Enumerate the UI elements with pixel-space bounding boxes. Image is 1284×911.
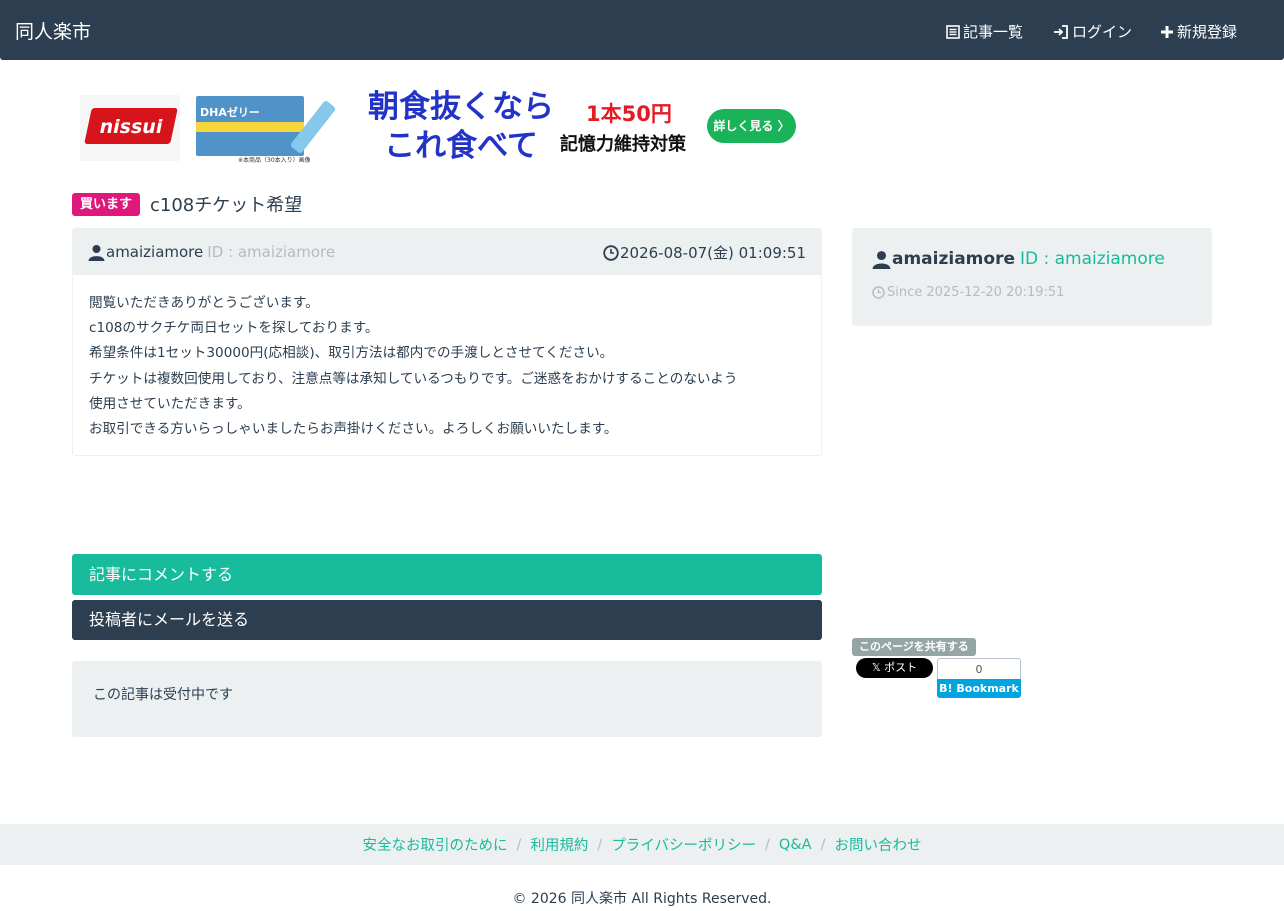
profile-since: Since 2025-12-20 20:19:51	[872, 285, 1064, 300]
sign-in-icon	[1054, 24, 1068, 39]
post-status-panel: この記事は受付中です	[72, 661, 822, 737]
nav-login-link[interactable]: ログイン	[1053, 21, 1132, 42]
nav-register-label: 新規登録	[1177, 23, 1238, 41]
product-note: ※本商品（30本入り）画像	[238, 157, 311, 164]
footer-separator: /	[765, 836, 770, 853]
nav-articles-link[interactable]: 記事一覧	[946, 21, 1023, 42]
footer-link-privacy[interactable]: プライバシーポリシー	[611, 834, 756, 855]
post-body-line: 希望条件は1セット30000円(応相談)、取引方法は都内での手渡しとさせてくださ…	[89, 345, 614, 362]
ad-headline: 朝食抜くなら これ食べて	[368, 89, 554, 164]
hatena-bookmark-button[interactable]: B! Bookmark	[937, 679, 1021, 698]
post-body-line: お取引できる方いらっしゃいましたらお声掛けください。よろしくお願いいたします。	[89, 421, 618, 438]
footer-separator: /	[516, 836, 522, 853]
ad-subline: 記憶力維持対策	[560, 134, 686, 155]
clock-icon	[603, 244, 619, 261]
post-author[interactable]: amaiziamore ID : amaiziamore	[88, 243, 335, 261]
post-body-line: チケットは複数回使用しており、注意点等は承知しているつもりです。ご迷惑をおかけす…	[89, 370, 738, 387]
nissui-logo: nissui	[80, 95, 180, 161]
author-profile-card: amaiziamore ID : amaiziamore Since 2025-…	[852, 228, 1212, 326]
list-icon	[946, 24, 960, 39]
post-title: c108チケット希望	[150, 195, 303, 216]
product-image: DHAゼリー	[196, 96, 304, 156]
clock-icon	[872, 286, 885, 299]
post-author-name: amaiziamore	[106, 243, 204, 261]
plus-icon	[1161, 25, 1173, 38]
footer-link-contact[interactable]: お問い合わせ	[834, 834, 921, 855]
post-body-line: 使用させていただきます。	[89, 395, 251, 412]
post-body: 閲覧いただきありがとうございます。 c108のサクチケ両日セットを探しております…	[89, 291, 809, 442]
comment-button[interactable]: 記事にコメントする	[72, 554, 822, 595]
hatena-count: 0	[937, 658, 1021, 679]
post-status-text: この記事は受付中です	[93, 687, 233, 703]
ad-banner[interactable]: nissui DHAゼリー ※本商品（30本入り）画像 朝食抜くなら これ食べて…	[80, 89, 796, 165]
ad-price: 1本50円	[586, 102, 672, 126]
ad-detail-button[interactable]: 詳しく見る 〉	[707, 109, 796, 143]
profile-since-text: Since 2025-12-20 20:19:51	[887, 285, 1065, 300]
profile-id: ID : amaiziamore	[1019, 249, 1165, 269]
post-card: amaiziamore ID : amaiziamore 2026-08-07(…	[72, 228, 822, 456]
post-card-header: amaiziamore ID : amaiziamore 2026-08-07(…	[73, 229, 821, 275]
footer-separator: /	[597, 836, 603, 853]
share-label: このページを共有する	[852, 638, 976, 656]
nav-login-label: ログイン	[1072, 23, 1133, 41]
post-type-badge: 買います	[72, 193, 141, 216]
post-author-id: ID : amaiziamore	[207, 243, 336, 261]
footer-links: 安全なお取引のために / 利用規約 / プライバシーポリシー / Q&A / お…	[0, 824, 1284, 865]
footer-link-safety[interactable]: 安全なお取引のために	[363, 834, 508, 855]
footer-link-terms[interactable]: 利用規約	[530, 834, 588, 855]
post-datetime-text: 2026-08-07(金) 01:09:51	[619, 244, 806, 262]
copyright: © 2026 同人楽市 All Rights Reserved.	[512, 891, 772, 907]
profile-name: amaiziamore	[892, 249, 1015, 269]
footer-separator: /	[820, 836, 826, 853]
post-datetime: 2026-08-07(金) 01:09:51	[603, 242, 806, 263]
site-brand[interactable]: 同人楽市	[15, 17, 91, 44]
post-body-line: c108のサクチケ両日セットを探しております。	[89, 320, 379, 337]
send-mail-button[interactable]: 投稿者にメールを送る	[72, 600, 822, 640]
profile-user[interactable]: amaiziamore ID : amaiziamore	[872, 249, 1165, 269]
post-body-line: 閲覧いただきありがとうございます。	[89, 295, 319, 311]
user-icon	[872, 250, 891, 269]
footer-link-qa[interactable]: Q&A	[779, 837, 812, 853]
nav-articles-label: 記事一覧	[963, 23, 1024, 41]
x-post-button[interactable]: 𝕏 ポスト	[856, 658, 933, 678]
top-navbar: 同人楽市 記事一覧 ログイン 新規登録	[0, 0, 1284, 60]
nav-register-link[interactable]: 新規登録	[1160, 21, 1237, 42]
user-icon	[88, 244, 105, 261]
